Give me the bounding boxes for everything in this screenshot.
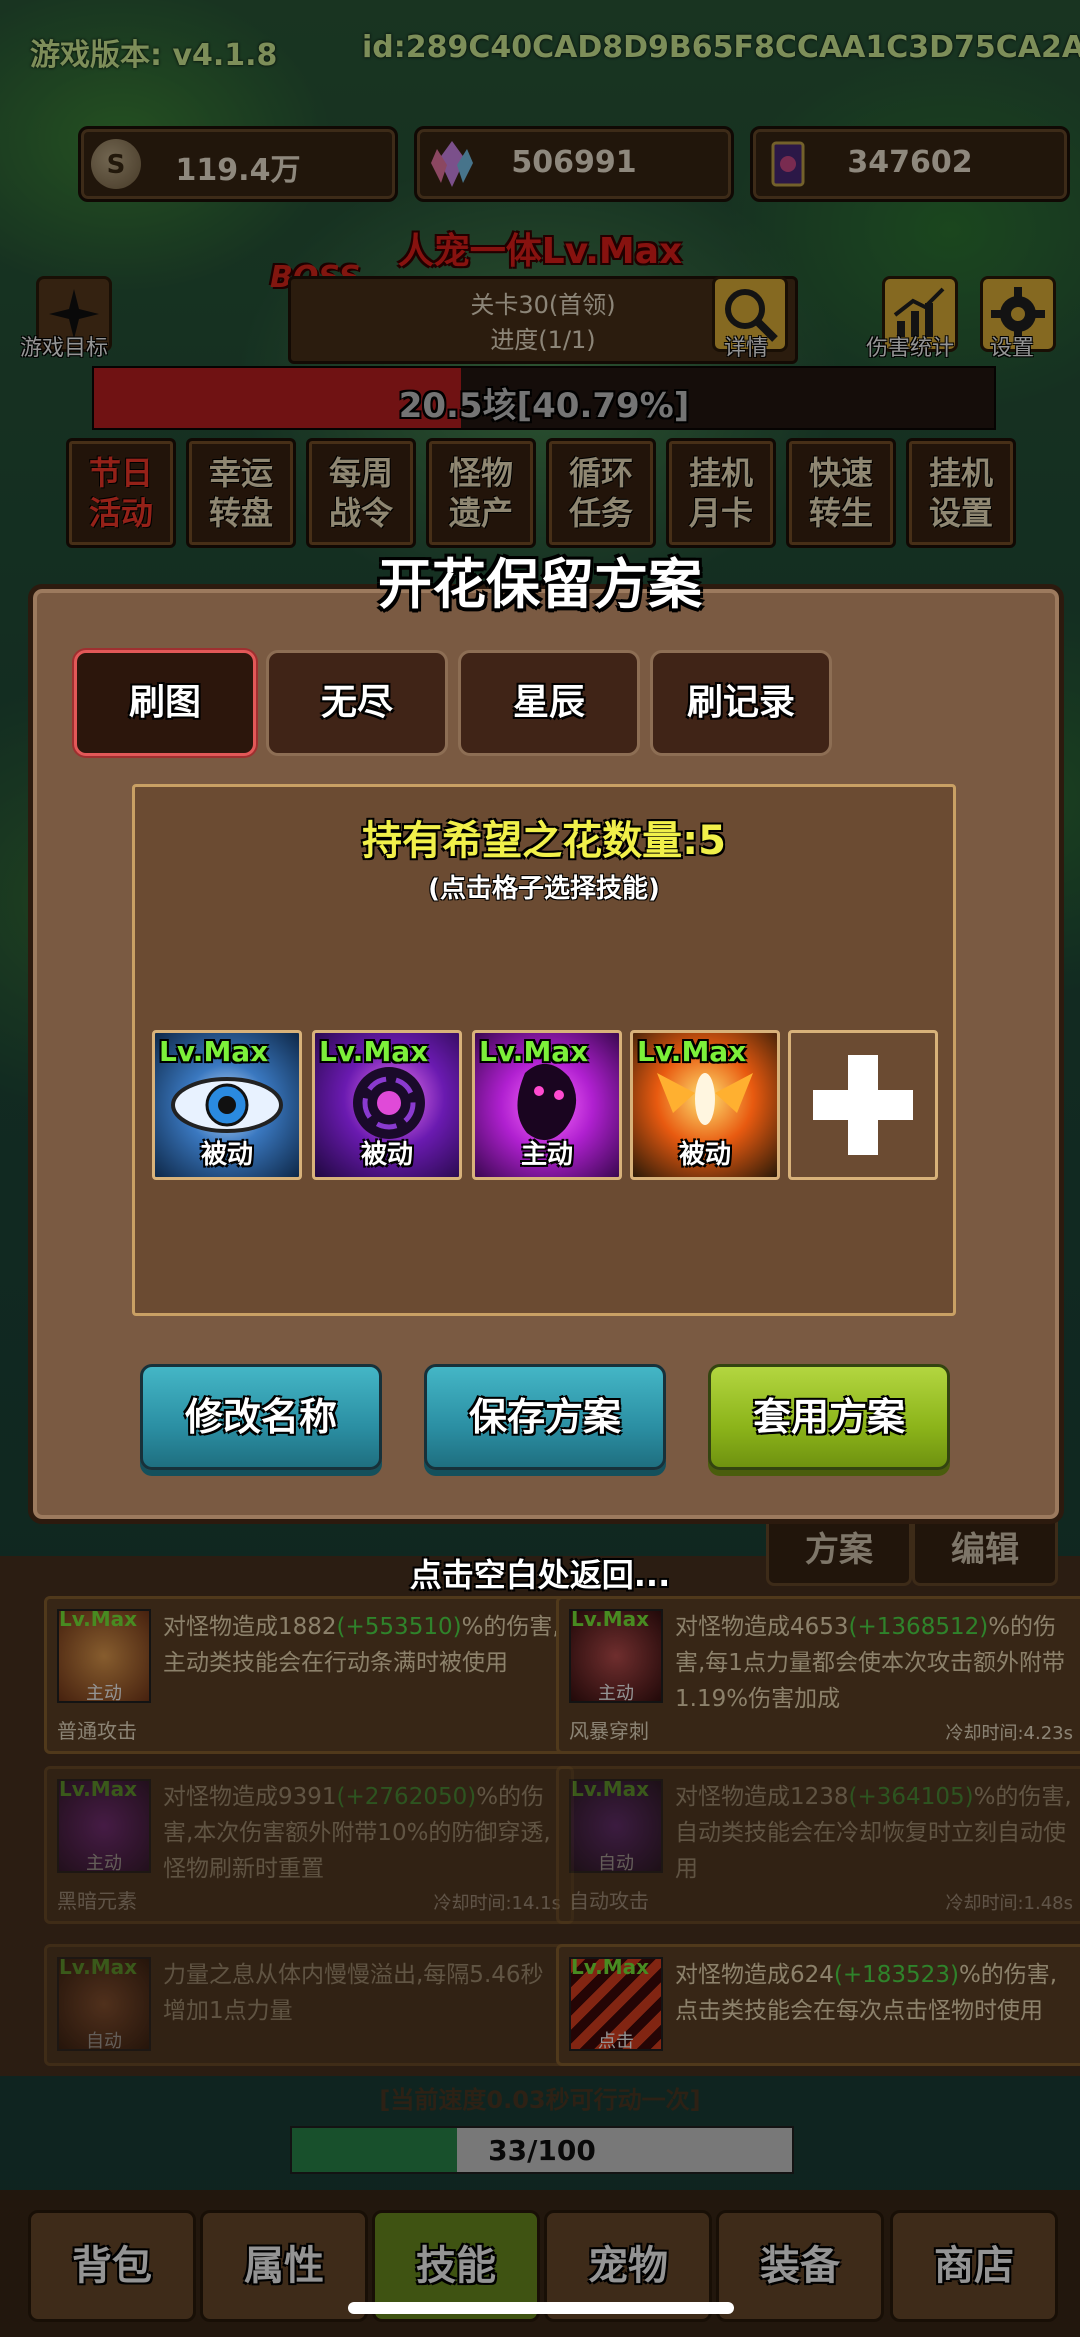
slot-level: Lv.Max — [159, 1035, 269, 1068]
tab-map[interactable]: 刷图 — [74, 650, 256, 756]
tab-record[interactable]: 刷记录 — [650, 650, 832, 756]
slot-type: 被动 — [200, 1140, 253, 1170]
slot-level: Lv.Max — [319, 1035, 429, 1068]
skill-slot-1[interactable]: Lv.Max 被动 — [152, 1030, 302, 1180]
slot-level: Lv.Max — [637, 1035, 747, 1068]
add-skill-slot[interactable] — [788, 1030, 938, 1180]
slot-type: 被动 — [678, 1140, 731, 1170]
flower-count: 持有希望之花数量:5 — [362, 818, 726, 864]
dialog-title: 开花保留方案 — [378, 553, 702, 616]
home-indicator[interactable] — [348, 2302, 734, 2314]
skill-slot-3[interactable]: Lv.Max 主动 — [472, 1030, 622, 1180]
rename-button[interactable]: 修改名称 — [140, 1364, 382, 1470]
slot-level: Lv.Max — [479, 1035, 589, 1068]
save-scheme-button[interactable]: 保存方案 — [424, 1364, 666, 1470]
slot-hint: (点击格子选择技能) — [428, 874, 660, 904]
skill-slot-4[interactable]: Lv.Max 被动 — [630, 1030, 780, 1180]
tap-to-return-hint: 点击空白处返回... — [409, 1556, 671, 1594]
slot-type: 主动 — [520, 1140, 573, 1170]
tab-endless[interactable]: 无尽 — [266, 650, 448, 756]
skill-slot-2[interactable]: Lv.Max 被动 — [312, 1030, 462, 1180]
slot-type: 被动 — [360, 1140, 413, 1170]
apply-scheme-button[interactable]: 套用方案 — [708, 1364, 950, 1470]
tab-stars[interactable]: 星辰 — [458, 650, 640, 756]
